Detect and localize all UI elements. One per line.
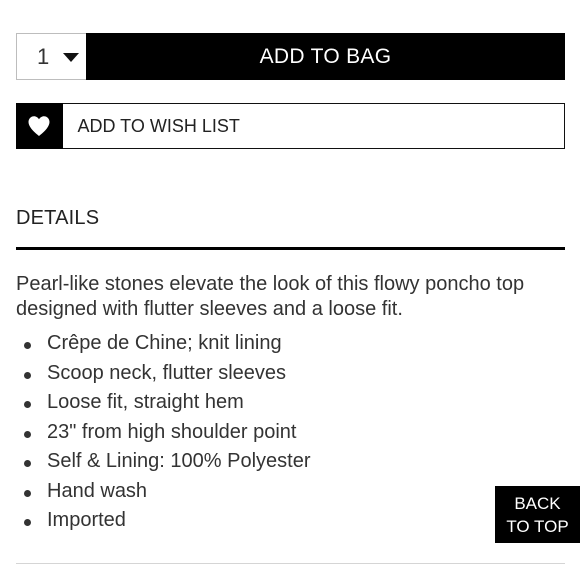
list-item: Crêpe de Chine; knit lining [16,329,311,359]
list-item: 23" from high shoulder point [16,418,311,448]
list-item-text: Self & Lining: 100% Polyester [47,450,311,472]
chevron-down-icon [63,53,79,62]
list-item-text: 23" from high shoulder point [47,420,297,443]
list-item: Hand wash [16,477,311,507]
quantity-value: 1 [37,43,50,69]
details-divider [16,247,565,250]
bullet-icon [24,460,31,467]
list-item: Self & Lining: 100% Polyester [16,447,311,477]
wish-list-label: ADD TO WISH LIST [77,115,240,136]
list-item-text: Loose fit, straight hem [47,391,244,413]
bullet-icon [24,342,31,349]
bullet-icon [24,489,31,497]
list-item-text: Imported [47,509,126,531]
back-to-top-line2: TO TOP [506,516,569,536]
bullet-icon [24,430,31,438]
list-item: Loose fit, straight hem [16,388,311,418]
heart-icon [28,116,50,136]
list-item-text: Hand wash [47,479,148,502]
back-to-top-line1: BACK [514,493,561,513]
details-heading[interactable]: DETAILS [16,207,99,230]
purchase-row: 1 ADD TO BAG [16,33,565,80]
product-description: Pearl-like stones elevate the look of th… [16,273,525,320]
list-item: Scoop neck, flutter sleeves [16,359,311,389]
quantity-select[interactable]: 1 [16,33,86,80]
bottom-divider [16,563,565,564]
list-item: Imported [16,506,311,536]
bullet-icon [24,371,31,379]
heart-icon-box [15,103,63,149]
bullet-icon [24,519,31,526]
add-to-bag-label: ADD TO BAG [259,44,392,68]
list-item-text: Crêpe de Chine; knit lining [47,332,282,354]
details-list: Crêpe de Chine; knit lining Scoop neck, … [16,329,311,536]
add-to-wish-list-button[interactable]: ADD TO WISH LIST [15,103,565,149]
bullet-icon [24,401,31,408]
back-to-top-button[interactable]: BACK TO TOP [495,486,580,543]
list-item-text: Scoop neck, flutter sleeves [47,361,287,384]
add-to-bag-button[interactable]: ADD TO BAG [86,33,565,80]
